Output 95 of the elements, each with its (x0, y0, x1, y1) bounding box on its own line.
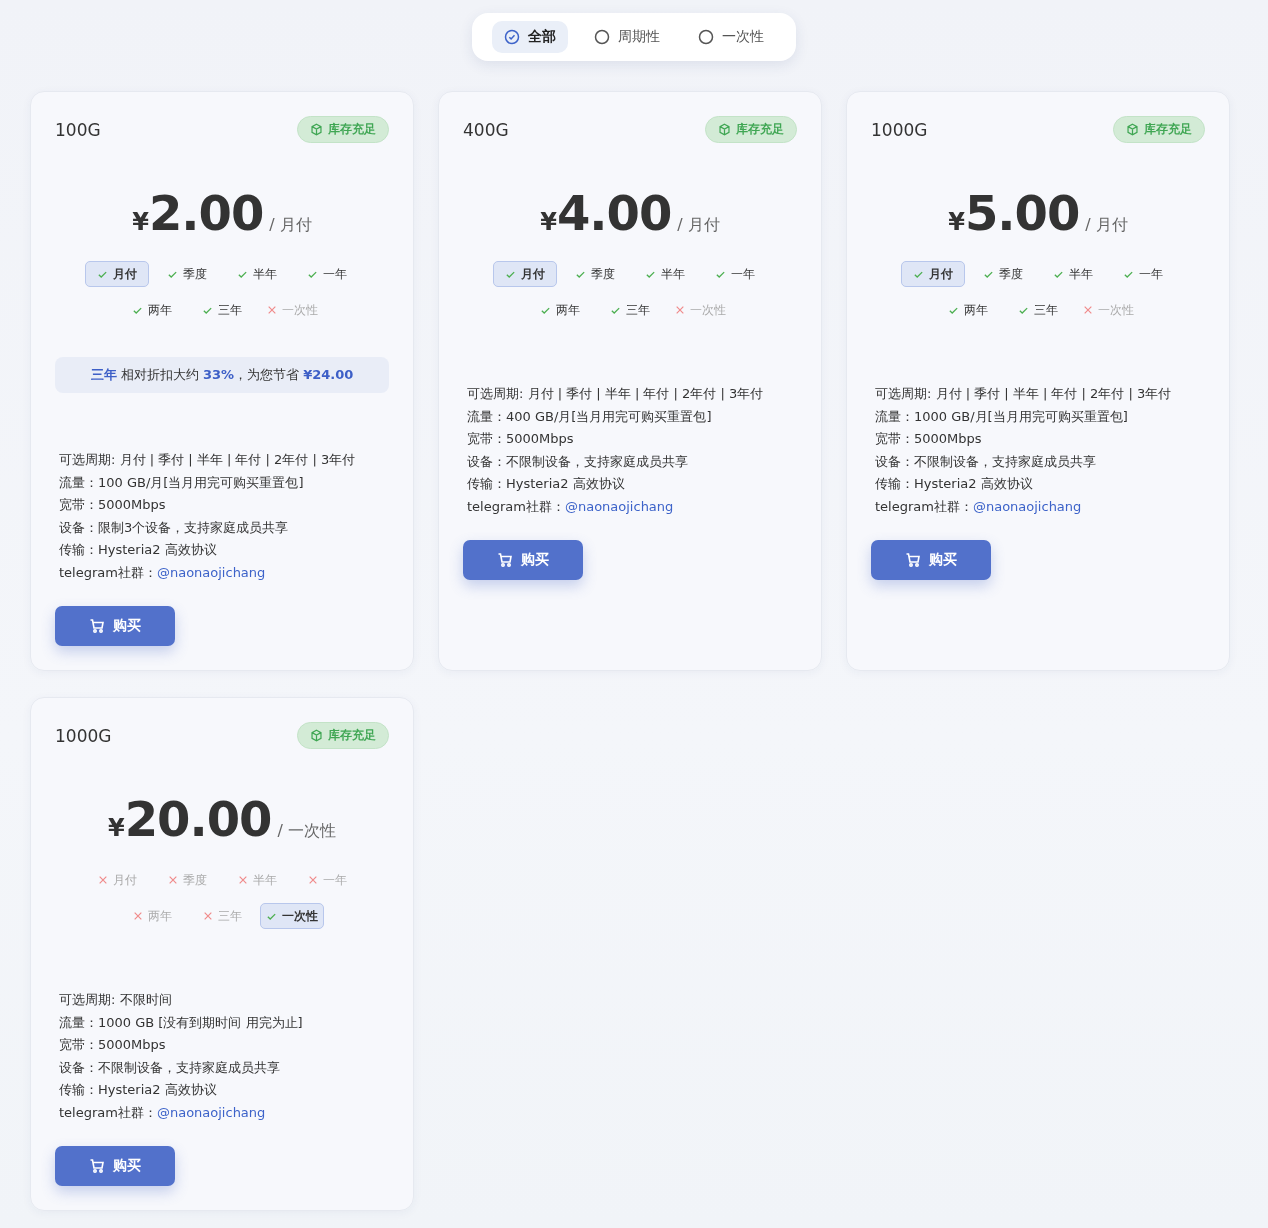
detail-line: telegram社群：@naonaojichang (59, 1103, 267, 1122)
currency-symbol: ¥ (540, 208, 557, 236)
detail-line: 可选周期: 月付 | 季付 | 半年 | 年付 | 2年付 | 3年付 (467, 385, 765, 403)
period-option[interactable]: 季度 (155, 261, 219, 287)
detail-line: 设备：限制3个设备，支持家庭成员共享 (59, 518, 290, 537)
currency-symbol: ¥ (108, 814, 125, 842)
period-option[interactable]: 两年 (120, 297, 184, 323)
detail-line: 传输：Hysteria2 高效协议 (59, 541, 218, 559)
period-option[interactable]: 两年 (936, 297, 1000, 323)
plan-title: 100G (55, 119, 101, 140)
cross-icon (132, 911, 143, 921)
price-unit: / 一次性 (277, 821, 336, 842)
period-option[interactable]: 三年 (190, 297, 254, 323)
price: 4.00 (556, 185, 672, 241)
telegram-link[interactable]: @naonaojichang (156, 564, 266, 580)
detail-line: 传输：Hysteria2 高效协议 (875, 475, 1034, 493)
plan-title: 1000G (871, 119, 928, 140)
cross-icon (307, 875, 318, 885)
detail-line: 设备：不限制设备，支持家庭成员共享 (875, 452, 1097, 471)
cross-icon (167, 875, 178, 885)
detail-line: 流量：400 GB/月[当月用完可购买重置包] (467, 407, 713, 426)
period-option[interactable]: 三年 (1006, 297, 1070, 323)
buy-button[interactable]: 购买 (55, 1146, 175, 1186)
cart-icon (89, 618, 105, 634)
filter-tab[interactable]: 周期性 (582, 21, 672, 53)
stock-badge: 库存充足 (297, 722, 389, 749)
cube-icon (310, 729, 323, 742)
detail-line: 宽带：5000Mbps (467, 430, 575, 448)
detail-line: telegram社群：@naonaojichang (467, 497, 675, 516)
detail-line: 传输：Hysteria2 高效协议 (467, 475, 626, 493)
price-unit: / 月付 (269, 215, 312, 236)
period-option[interactable]: 一年 (295, 261, 359, 287)
cross-icon (202, 911, 213, 921)
stock-badge: 库存充足 (1113, 116, 1205, 143)
buy-button[interactable]: 购买 (55, 606, 175, 646)
detail-line: 可选周期: 月付 | 季付 | 半年 | 年付 | 2年付 | 3年付 (875, 385, 1173, 403)
cross-icon (1082, 305, 1093, 315)
period-option[interactable]: 一年 (703, 261, 767, 287)
radio-circle-icon (698, 29, 714, 45)
detail-line: telegram社群：@naonaojichang (875, 497, 1083, 516)
cross-icon (97, 875, 108, 885)
price-unit: / 月付 (677, 215, 720, 236)
cross-icon (237, 875, 248, 885)
stock-badge: 库存充足 (705, 116, 797, 143)
cart-icon (497, 552, 513, 568)
period-option[interactable]: 季度 (563, 261, 627, 287)
price: 5.00 (964, 185, 1080, 241)
price-unit: / 月付 (1085, 215, 1128, 236)
period-option[interactable]: 三年 (598, 297, 662, 323)
period-option[interactable]: 两年 (528, 297, 592, 323)
detail-line: 宽带：5000Mbps (59, 496, 167, 514)
period-option[interactable]: 月付 (85, 261, 149, 287)
detail-line: 可选周期: 不限时间 (59, 991, 173, 1009)
check-circle-icon (504, 29, 520, 45)
buy-button[interactable]: 购买 (463, 540, 583, 580)
detail-line: 传输：Hysteria2 高效协议 (59, 1081, 218, 1099)
price: 20.00 (124, 791, 272, 847)
detail-line: 设备：不限制设备，支持家庭成员共享 (59, 1058, 281, 1077)
period-option[interactable]: 一次性 (260, 903, 324, 929)
detail-line: 可选周期: 月付 | 季付 | 半年 | 年付 | 2年付 | 3年付 (59, 451, 357, 469)
stock-badge: 库存充足 (297, 116, 389, 143)
cube-icon (310, 123, 323, 136)
cube-icon (718, 123, 731, 136)
cross-icon (674, 305, 685, 315)
plan-title: 1000G (55, 725, 112, 746)
period-option[interactable]: 半年 (1041, 261, 1105, 287)
detail-line: telegram社群：@naonaojichang (59, 563, 267, 582)
radio-circle-icon (594, 29, 610, 45)
buy-button[interactable]: 购买 (871, 540, 991, 580)
currency-symbol: ¥ (132, 208, 149, 236)
period-option[interactable]: 季度 (971, 261, 1035, 287)
detail-line: 流量：1000 GB/月[当月用完可购买重置包] (875, 407, 1129, 426)
detail-line: 设备：不限制设备，支持家庭成员共享 (467, 452, 689, 471)
cart-icon (89, 1158, 105, 1174)
detail-line: 流量：100 GB/月[当月用完可购买重置包] (59, 473, 305, 492)
discount-note: 三年 相对折扣大约 33%，为您节省 ¥24.00 (55, 357, 389, 393)
price: 2.00 (148, 185, 264, 241)
telegram-link[interactable]: @naonaojichang (972, 498, 1082, 514)
plan-title: 400G (463, 119, 509, 140)
telegram-link[interactable]: @naonaojichang (156, 1104, 266, 1120)
cart-icon (905, 552, 921, 568)
period-option[interactable]: 一年 (1111, 261, 1175, 287)
detail-line: 宽带：5000Mbps (59, 1036, 167, 1054)
detail-line: 流量：1000 GB [没有到期时间 用完为止] (59, 1013, 304, 1032)
detail-line: 宽带：5000Mbps (875, 430, 983, 448)
period-option[interactable]: 半年 (633, 261, 697, 287)
period-option[interactable]: 月付 (901, 261, 965, 287)
filter-tab[interactable]: 全部 (492, 21, 568, 53)
period-option[interactable]: 月付 (493, 261, 557, 287)
filter-tab[interactable]: 一次性 (686, 21, 776, 53)
cube-icon (1126, 123, 1139, 136)
cross-icon (266, 305, 277, 315)
currency-symbol: ¥ (948, 208, 965, 236)
period-option[interactable]: 半年 (225, 261, 289, 287)
telegram-link[interactable]: @naonaojichang (564, 498, 674, 514)
